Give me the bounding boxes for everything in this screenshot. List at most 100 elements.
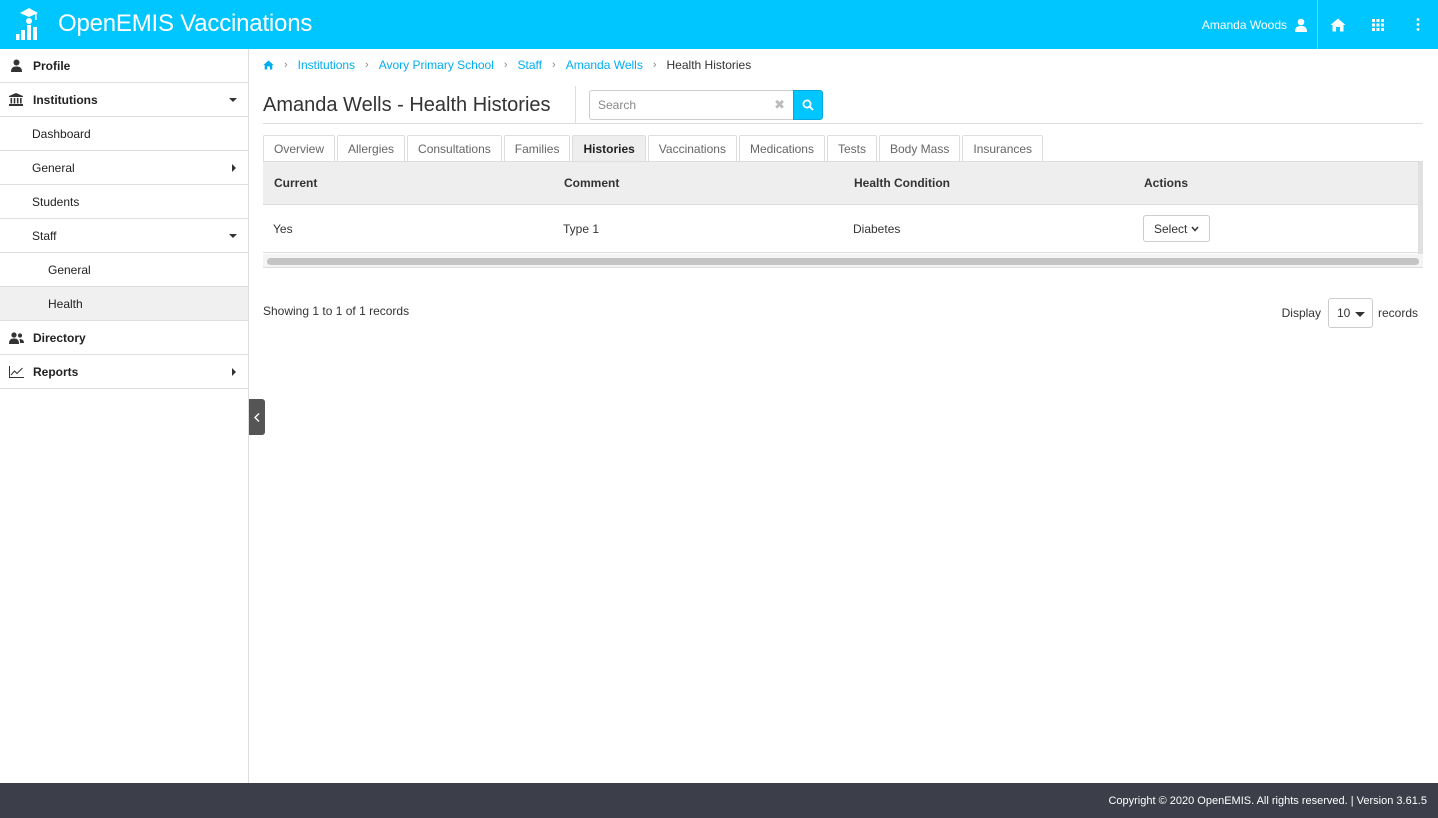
chevron-down-icon (1191, 226, 1199, 232)
copyright-text: Copyright © 2020 OpenEMIS. All rights re… (1108, 795, 1427, 807)
search-box: ✖ (589, 90, 793, 120)
page-size-control: Display 10 records (1282, 298, 1418, 328)
clear-icon[interactable]: ✖ (774, 98, 785, 112)
user-name[interactable]: Amanda Woods (1202, 18, 1287, 32)
search-input[interactable] (590, 91, 770, 119)
column-header-actions: Actions (1144, 176, 1189, 190)
breadcrumb-link-person[interactable]: Amanda Wells (566, 58, 643, 72)
chevron-right-icon (232, 368, 236, 376)
cell-actions: Select (1133, 215, 1423, 242)
breadcrumb-separator: › (365, 59, 369, 71)
sidebar-item-dashboard[interactable]: Dashboard (0, 117, 248, 151)
cell-current: Yes (273, 221, 293, 236)
institution-icon (8, 93, 24, 107)
more-button[interactable] (1398, 0, 1438, 49)
table-header: Current Comment Health Condition Actions (263, 162, 1423, 205)
row-actions-select-button[interactable]: Select (1143, 215, 1211, 242)
tab-tests[interactable]: Tests (826, 135, 877, 161)
user-icon[interactable] (1295, 18, 1307, 32)
sidebar-item-label: Profile (33, 58, 71, 73)
search-button[interactable] (793, 90, 823, 120)
table-row: Yes Type 1 Diabetes Select (263, 205, 1423, 253)
horizontal-scrollbar-thumb[interactable] (267, 258, 1419, 265)
sidebar-item-label: Institutions (33, 92, 98, 107)
chevron-left-icon (254, 412, 260, 422)
chevron-right-icon (232, 164, 236, 172)
footer: Copyright © 2020 OpenEMIS. All rights re… (0, 783, 1438, 818)
sidebar-item-staff-health[interactable]: Health (0, 287, 248, 321)
tab-histories[interactable]: Histories (572, 135, 646, 161)
column-header-comment[interactable]: Comment (553, 176, 843, 190)
records-label: records (1377, 306, 1418, 320)
tab-consultations[interactable]: Consultations (407, 135, 502, 161)
top-navbar: OpenEMIS Vaccinations Amanda Woods (0, 0, 1438, 49)
sidebar-item-institutions[interactable]: Institutions (0, 83, 248, 117)
sidebar-item-staff[interactable]: Staff (0, 219, 248, 253)
apps-grid-icon (1372, 18, 1384, 31)
breadcrumb-link-institutions[interactable]: Institutions (298, 58, 355, 72)
tab-vaccinations[interactable]: Vaccinations (647, 135, 737, 161)
cell-comment: Type 1 (563, 221, 600, 236)
breadcrumb-separator: › (552, 59, 556, 71)
user-icon (8, 59, 24, 73)
sidebar-collapse-button[interactable] (249, 399, 265, 435)
tab-medications[interactable]: Medications (738, 135, 825, 161)
column-header-current[interactable]: Current (263, 176, 553, 190)
brand[interactable]: OpenEMIS Vaccinations (14, 6, 312, 42)
openemis-logo-icon (16, 8, 38, 40)
tab-overview[interactable]: Overview (263, 135, 336, 161)
page-size-value: 10 (1336, 306, 1351, 320)
sidebar-item-profile[interactable]: Profile (0, 49, 248, 83)
users-icon (8, 331, 24, 345)
sidebar-item-directory[interactable]: Directory (0, 321, 248, 355)
more-vertical-icon (1416, 18, 1420, 31)
title-divider (575, 86, 576, 124)
topbar-actions: Amanda Woods (1202, 0, 1438, 49)
tab-families[interactable]: Families (503, 135, 571, 161)
tab-body-mass[interactable]: Body Mass (879, 135, 961, 161)
home-button[interactable] (1318, 0, 1358, 49)
tab-allergies[interactable]: Allergies (337, 135, 406, 161)
column-header-health-condition[interactable]: Health Condition (843, 176, 1133, 190)
app-title: OpenEMIS Vaccinations (58, 10, 313, 37)
tab-bar: Overview Allergies Consultations Familie… (263, 135, 1045, 161)
sidebar-item-label: Reports (33, 364, 79, 379)
sidebar-item-label: Staff (32, 228, 57, 243)
apps-button[interactable] (1358, 0, 1398, 49)
tab-insurances[interactable]: Insurances (962, 135, 1044, 161)
sidebar-item-label: Dashboard (32, 126, 91, 141)
sidebar-item-label: General (48, 262, 91, 277)
breadcrumb-link-staff[interactable]: Staff (518, 58, 542, 72)
home-icon (1330, 18, 1346, 31)
chevron-down-icon (229, 98, 237, 102)
sidebar: Profile Institutions Dashboard General S… (0, 49, 249, 783)
sidebar-item-students[interactable]: Students (0, 185, 248, 219)
records-info: Showing 1 to 1 of 1 records (263, 304, 410, 318)
sidebar-item-label: Directory (33, 330, 86, 345)
select-button-label: Select (1154, 221, 1188, 236)
breadcrumb-current: Health Histories (666, 58, 752, 72)
breadcrumb: › Institutions › Avory Primary School › … (263, 57, 751, 73)
horizontal-scrollbar[interactable] (263, 254, 1423, 268)
breadcrumb-separator: › (652, 59, 657, 71)
histories-table: Current Comment Health Condition Actions… (263, 161, 1423, 268)
sidebar-item-label: General (32, 160, 75, 175)
display-label: Display (1281, 306, 1321, 320)
vertical-scrollbar[interactable] (1418, 162, 1423, 254)
home-icon[interactable] (263, 60, 274, 70)
breadcrumb-separator: › (284, 59, 288, 71)
search-icon (802, 99, 814, 111)
breadcrumb-separator: › (503, 59, 508, 71)
line-chart-icon (8, 365, 24, 379)
sidebar-item-reports[interactable]: Reports (0, 355, 248, 389)
page-size-select[interactable]: 10 (1327, 298, 1373, 328)
sidebar-item-staff-general[interactable]: General (0, 253, 248, 287)
page-title: Amanda Wells - Health Histories (263, 94, 551, 116)
title-row: Amanda Wells - Health Histories ✖ (263, 86, 1423, 124)
breadcrumb-link-school[interactable]: Avory Primary School (379, 58, 494, 72)
sidebar-item-general[interactable]: General (0, 151, 248, 185)
sidebar-item-label: Students (32, 194, 80, 209)
chevron-down-icon (229, 234, 237, 238)
sidebar-item-label: Health (48, 296, 83, 311)
caret-down-icon (1354, 312, 1365, 317)
